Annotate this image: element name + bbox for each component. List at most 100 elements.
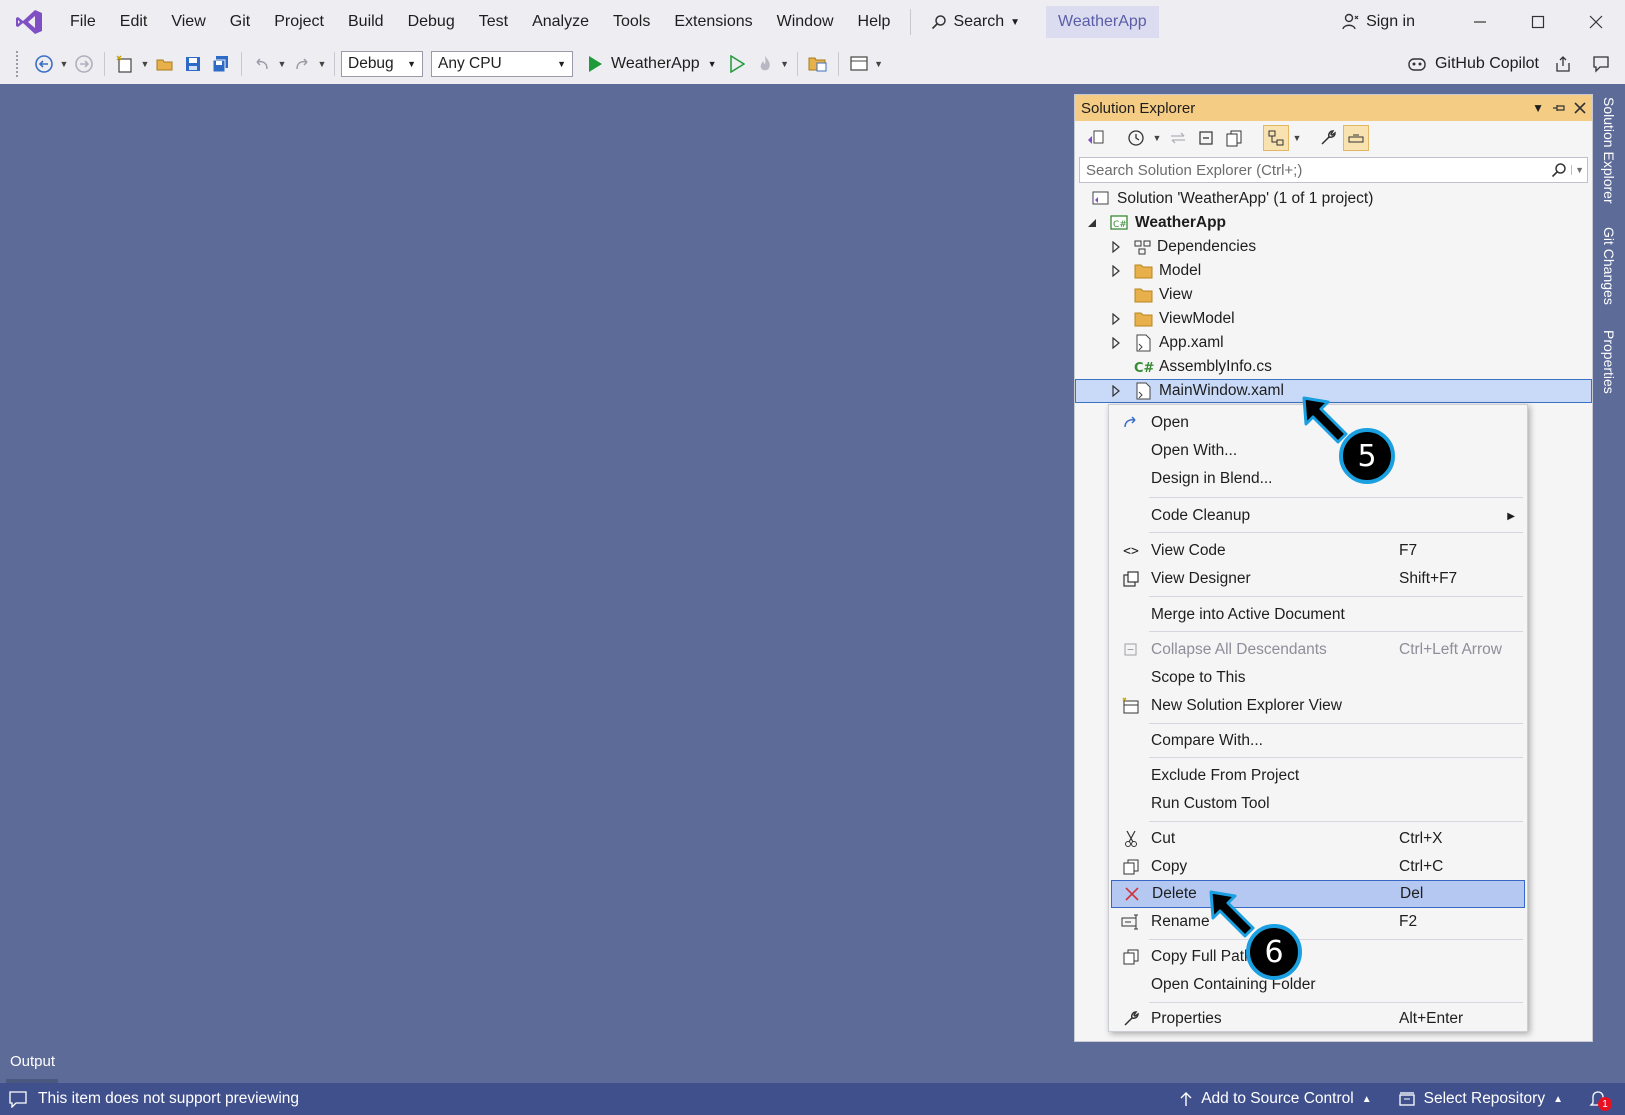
menu-debug[interactable]: Debug xyxy=(396,0,467,44)
menu-item-cut[interactable]: Cut Ctrl+X xyxy=(1111,825,1525,853)
chevron-down-icon[interactable]: ▼ xyxy=(708,59,717,69)
menu-project[interactable]: Project xyxy=(262,0,336,44)
menu-item-new-solution-explorer-view[interactable]: New Solution Explorer View xyxy=(1111,692,1525,720)
menu-build[interactable]: Build xyxy=(336,0,396,44)
pending-changes-filter-button[interactable] xyxy=(1123,125,1149,151)
preview-tab-button[interactable] xyxy=(1343,125,1369,151)
preview-selected-items-button[interactable] xyxy=(1263,125,1289,151)
new-item-button[interactable] xyxy=(111,50,139,78)
menu-analyze[interactable]: Analyze xyxy=(520,0,601,44)
window-position-dropdown-icon[interactable]: ▼ xyxy=(1532,101,1544,115)
tree-item-solution[interactable]: Solution 'WeatherApp' (1 of 1 project) xyxy=(1075,187,1592,211)
menu-extensions[interactable]: Extensions xyxy=(662,0,764,44)
visual-studio-logo-icon[interactable] xyxy=(0,0,58,44)
menu-item-exclude-from-project[interactable]: Exclude From Project xyxy=(1111,762,1525,790)
menu-item-run-custom-tool[interactable]: Run Custom Tool xyxy=(1111,790,1525,818)
undo-dropdown-icon[interactable]: ▼ xyxy=(276,50,288,78)
expand-arrow-icon[interactable] xyxy=(1109,313,1123,325)
menu-test[interactable]: Test xyxy=(467,0,520,44)
toolbar-overflow-icon[interactable]: ▼ xyxy=(873,50,885,78)
save-all-button[interactable] xyxy=(207,50,235,78)
toolbar-grip[interactable] xyxy=(16,51,20,77)
collapse-all-button[interactable] xyxy=(1193,125,1219,151)
menu-item-view-code[interactable]: <> View Code F7 xyxy=(1111,537,1525,565)
open-file-button[interactable] xyxy=(151,50,179,78)
feedback-button[interactable] xyxy=(1587,50,1615,78)
new-item-dropdown-icon[interactable]: ▼ xyxy=(139,50,151,78)
tab-git-changes[interactable]: Git Changes xyxy=(1593,218,1625,314)
tree-item-model-folder[interactable]: Model xyxy=(1075,259,1592,283)
menu-item-properties[interactable]: Properties Alt+Enter xyxy=(1111,1005,1525,1033)
menu-help[interactable]: Help xyxy=(846,0,903,44)
tree-item-assemblyinfo[interactable]: C# AssemblyInfo.cs xyxy=(1075,355,1592,379)
expand-arrow-icon[interactable] xyxy=(1109,265,1123,277)
solution-explorer-search-input[interactable]: Search Solution Explorer (Ctrl+;) ▼ xyxy=(1079,157,1588,183)
collapse-arrow-icon[interactable] xyxy=(1085,218,1099,228)
menu-item-compare-with[interactable]: Compare With... xyxy=(1111,727,1525,755)
maximize-button[interactable] xyxy=(1509,0,1567,44)
preview-dropdown-icon[interactable]: ▼ xyxy=(1291,124,1303,152)
solution-configuration-select[interactable]: Debug ▼ xyxy=(341,51,423,77)
tree-item-project[interactable]: C# WeatherApp xyxy=(1075,211,1592,235)
switch-views-button[interactable] xyxy=(1083,125,1109,151)
tree-item-view-folder[interactable]: View xyxy=(1075,283,1592,307)
redo-dropdown-icon[interactable]: ▼ xyxy=(316,50,328,78)
menu-file[interactable]: File xyxy=(58,0,108,44)
save-button[interactable] xyxy=(179,50,207,78)
expand-arrow-icon[interactable] xyxy=(1109,337,1123,349)
select-repository-button[interactable]: Select Repository ▲ xyxy=(1398,1090,1563,1108)
menu-item-delete[interactable]: Delete Del xyxy=(1111,880,1525,908)
filter-dropdown-icon[interactable]: ▼ xyxy=(1151,124,1163,152)
search-button[interactable]: Search ▼ xyxy=(919,0,1032,44)
hot-reload-button[interactable] xyxy=(751,50,779,78)
menu-item-merge-into-active-document[interactable]: Merge into Active Document xyxy=(1111,601,1525,629)
add-to-source-control-button[interactable]: Add to Source Control ▲ xyxy=(1179,1090,1372,1108)
start-without-debugging-button[interactable] xyxy=(723,50,751,78)
tab-solution-explorer[interactable]: Solution Explorer xyxy=(1593,90,1625,210)
menu-git[interactable]: Git xyxy=(218,0,262,44)
navigate-back-button[interactable] xyxy=(30,50,58,78)
redo-button[interactable] xyxy=(288,50,316,78)
menu-item-scope-to-this[interactable]: Scope to This xyxy=(1111,664,1525,692)
navigate-forward-button[interactable] xyxy=(70,50,98,78)
share-button[interactable] xyxy=(1549,50,1577,78)
solution-platform-select[interactable]: Any CPU ▼ xyxy=(431,51,573,77)
undo-button[interactable] xyxy=(248,50,276,78)
close-window-button[interactable] xyxy=(1567,0,1625,44)
menu-tools[interactable]: Tools xyxy=(601,0,662,44)
properties-button[interactable] xyxy=(1315,125,1341,151)
hot-reload-dropdown-icon[interactable]: ▼ xyxy=(779,50,791,78)
menu-item-design-in-blend[interactable]: Design in Blend... xyxy=(1111,465,1525,493)
tree-item-app-xaml[interactable]: App.xaml xyxy=(1075,331,1592,355)
show-all-files-button[interactable] xyxy=(1221,125,1247,151)
start-debugging-button[interactable]: WeatherApp ▼ xyxy=(581,55,723,73)
solution-explorer-toolbar: ▼ ▼ xyxy=(1075,121,1592,155)
menu-window[interactable]: Window xyxy=(765,0,846,44)
tab-properties[interactable]: Properties xyxy=(1593,322,1625,402)
menu-item-copy[interactable]: Copy Ctrl+C xyxy=(1111,853,1525,881)
menu-item-copy-full-path[interactable]: Copy Full Path xyxy=(1111,943,1525,971)
menu-view[interactable]: View xyxy=(159,0,217,44)
sync-with-active-document-button[interactable] xyxy=(1165,125,1191,151)
menu-edit[interactable]: Edit xyxy=(108,0,160,44)
search-options-dropdown-icon[interactable]: ▼ xyxy=(1571,165,1587,175)
menu-item-code-cleanup[interactable]: Code Cleanup ▶ xyxy=(1111,502,1525,530)
tab-output[interactable]: Output xyxy=(0,1047,70,1083)
minimize-button[interactable] xyxy=(1451,0,1509,44)
menu-item-rename[interactable]: Rename F2 xyxy=(1111,908,1525,936)
tree-item-viewmodel-folder[interactable]: ViewModel xyxy=(1075,307,1592,331)
expand-arrow-icon[interactable] xyxy=(1109,241,1123,253)
notifications-button[interactable]: 1 xyxy=(1589,1089,1612,1111)
back-dropdown-icon[interactable]: ▼ xyxy=(58,50,70,78)
solution-explorer-titlebar[interactable]: Solution Explorer ▼ xyxy=(1075,95,1592,121)
github-copilot-button[interactable]: GitHub Copilot xyxy=(1407,55,1539,73)
window-layout-button[interactable] xyxy=(845,50,873,78)
browse-folder-button[interactable] xyxy=(804,50,832,78)
tree-item-dependencies[interactable]: Dependencies xyxy=(1075,235,1592,259)
close-icon[interactable] xyxy=(1574,102,1586,114)
menu-item-open-containing-folder[interactable]: Open Containing Folder xyxy=(1111,971,1525,999)
expand-arrow-icon[interactable] xyxy=(1109,385,1123,397)
menu-item-view-designer[interactable]: View Designer Shift+F7 xyxy=(1111,565,1525,593)
pin-icon[interactable] xyxy=(1552,102,1566,114)
sign-in-button[interactable]: Sign in xyxy=(1342,13,1415,31)
